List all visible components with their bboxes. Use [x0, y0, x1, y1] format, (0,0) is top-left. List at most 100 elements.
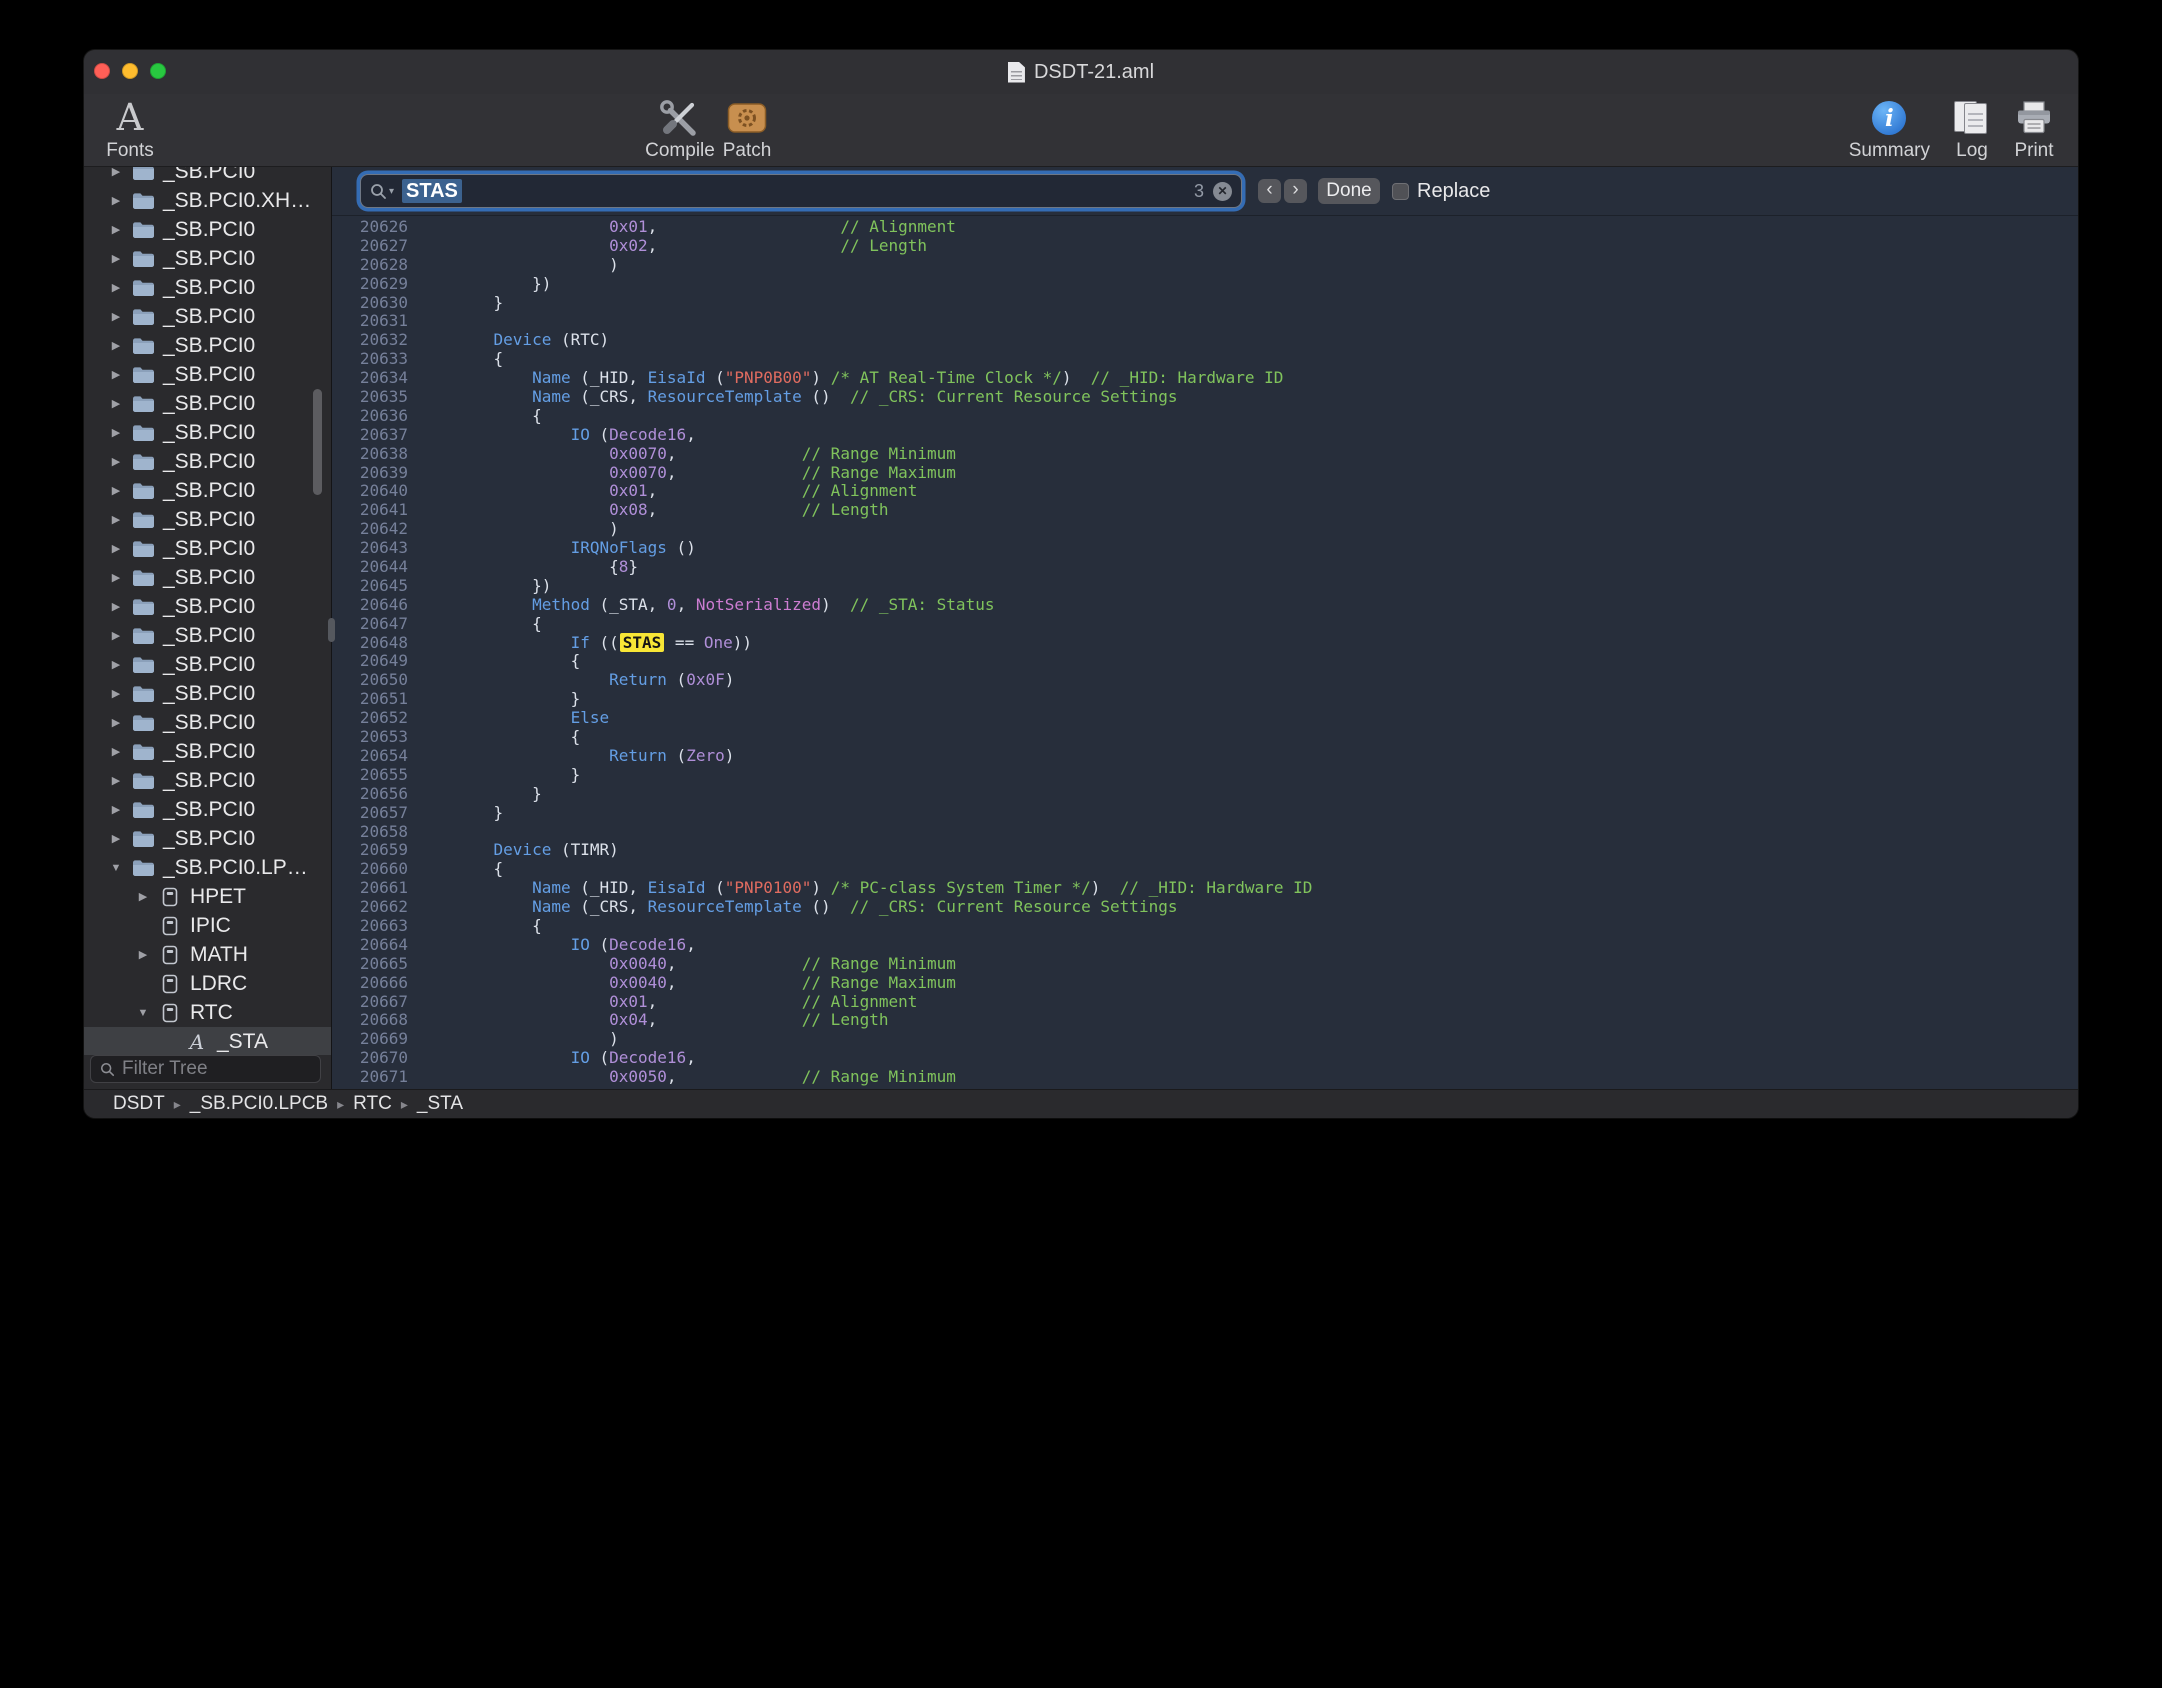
sidebar-item-math[interactable]: ▶MATH — [84, 940, 331, 969]
acpi-tree[interactable]: ▶_SB.PCI0▶_SB.PCI0.XH…▶_SB.PCI0▶_SB.PCI0… — [84, 167, 331, 1055]
find-input[interactable]: ▾ STAS 3 ✕ — [360, 174, 1242, 208]
disclosure-triangle-icon[interactable]: ▶ — [106, 513, 126, 526]
sidebar-scrollbar[interactable] — [313, 389, 322, 495]
code-token: 0x0070 — [609, 444, 667, 463]
breadcrumb-item-dsdt[interactable]: DSDT — [113, 1093, 165, 1115]
done-button[interactable]: Done — [1318, 178, 1380, 204]
sidebar-item--sta[interactable]: A_STA — [84, 1027, 331, 1055]
disclosure-triangle-icon[interactable]: ▶ — [106, 223, 126, 236]
disclosure-triangle-icon[interactable]: ▶ — [106, 687, 126, 700]
sidebar-item-ldrc[interactable]: LDRC — [84, 969, 331, 998]
line-number: 20672 — [332, 1087, 408, 1089]
sidebar-item--sb-pci0[interactable]: ▶_SB.PCI0 — [84, 795, 331, 824]
pane-divider-handle[interactable] — [328, 618, 335, 642]
sidebar-item--sb-pci0[interactable]: ▶_SB.PCI0 — [84, 273, 331, 302]
patch-button[interactable]: Patch — [710, 98, 784, 162]
disclosure-triangle-icon[interactable]: ▶ — [106, 600, 126, 613]
code-token: Return — [609, 670, 667, 689]
sidebar-item--sb-pci0[interactable]: ▶_SB.PCI0 — [84, 766, 331, 795]
disclosure-triangle-icon[interactable]: ▶ — [133, 890, 153, 903]
sidebar-item-label: _SB.PCI0 — [163, 247, 255, 271]
disclosure-triangle-icon[interactable]: ▶ — [106, 803, 126, 816]
minimize-button[interactable] — [122, 63, 138, 79]
breadcrumb-item-rtc[interactable]: RTC — [353, 1093, 392, 1115]
sidebar-item--sb-pci0[interactable]: ▶_SB.PCI0 — [84, 476, 331, 505]
clear-search-button[interactable]: ✕ — [1213, 182, 1232, 201]
disclosure-triangle-icon[interactable]: ▶ — [106, 167, 126, 178]
disclosure-triangle-icon[interactable]: ▶ — [106, 745, 126, 758]
disclosure-triangle-icon[interactable]: ▶ — [106, 542, 126, 555]
filter-tree-field[interactable]: Filter Tree — [90, 1055, 321, 1083]
sidebar-item-hpet[interactable]: ▶HPET — [84, 882, 331, 911]
disclosure-triangle-icon[interactable]: ▼ — [106, 862, 126, 874]
sidebar-item--sb-pci0[interactable]: ▶_SB.PCI0 — [84, 167, 331, 186]
find-previous-button[interactable]: ‹ — [1258, 179, 1281, 203]
code-token: ) — [811, 878, 830, 897]
disclosure-triangle-icon[interactable]: ▶ — [106, 629, 126, 642]
disclosure-triangle-icon[interactable]: ▼ — [133, 1007, 153, 1019]
sidebar-item-ipic[interactable]: IPIC — [84, 911, 331, 940]
sidebar-item--sb-pci0[interactable]: ▶_SB.PCI0 — [84, 650, 331, 679]
breadcrumb-item--sb-pci0-lpcb[interactable]: _SB.PCI0.LPCB — [190, 1093, 328, 1115]
sidebar-item--sb-pci0[interactable]: ▶_SB.PCI0 — [84, 418, 331, 447]
find-next-button[interactable]: › — [1284, 179, 1307, 203]
print-button[interactable]: Print — [2014, 98, 2054, 162]
disclosure-triangle-icon[interactable]: ▶ — [106, 455, 126, 468]
disclosure-triangle-icon[interactable]: ▶ — [106, 426, 126, 439]
summary-button[interactable]: i Summary — [1849, 98, 1930, 162]
sidebar-item--sb-pci0-xh-[interactable]: ▶_SB.PCI0.XH… — [84, 186, 331, 215]
sidebar-item--sb-pci0[interactable]: ▶_SB.PCI0 — [84, 679, 331, 708]
disclosure-triangle-icon[interactable]: ▶ — [106, 571, 126, 584]
sidebar-item-label: _SB.PCI0 — [163, 508, 255, 532]
disclosure-triangle-icon[interactable]: ▶ — [106, 832, 126, 845]
titlebar[interactable]: DSDT-21.aml — [84, 50, 2078, 94]
fonts-button[interactable]: A Fonts — [92, 98, 168, 162]
sidebar-item--sb-pci0[interactable]: ▶_SB.PCI0 — [84, 621, 331, 650]
disclosure-triangle-icon[interactable]: ▶ — [133, 948, 153, 961]
sidebar-item--sb-pci0[interactable]: ▶_SB.PCI0 — [84, 737, 331, 766]
log-button[interactable]: Log — [1952, 98, 1992, 162]
sidebar-item--sb-pci0[interactable]: ▶_SB.PCI0 — [84, 389, 331, 418]
sidebar-item--sb-pci0[interactable]: ▶_SB.PCI0 — [84, 824, 331, 853]
disclosure-triangle-icon[interactable]: ▶ — [106, 368, 126, 381]
sidebar-item--sb-pci0[interactable]: ▶_SB.PCI0 — [84, 447, 331, 476]
disclosure-triangle-icon[interactable]: ▶ — [106, 484, 126, 497]
sidebar-item--sb-pci0[interactable]: ▶_SB.PCI0 — [84, 563, 331, 592]
sidebar-item--sb-pci0[interactable]: ▶_SB.PCI0 — [84, 708, 331, 737]
code-token: EisaId — [648, 368, 706, 387]
sidebar-item--sb-pci0[interactable]: ▶_SB.PCI0 — [84, 215, 331, 244]
sidebar-item--sb-pci0[interactable]: ▶_SB.PCI0 — [84, 592, 331, 621]
sidebar-item--sb-pci0-lp-[interactable]: ▼_SB.PCI0.LP… — [84, 853, 331, 882]
sidebar-item--sb-pci0[interactable]: ▶_SB.PCI0 — [84, 534, 331, 563]
replace-checkbox[interactable] — [1392, 183, 1409, 200]
sidebar-item--sb-pci0[interactable]: ▶_SB.PCI0 — [84, 360, 331, 389]
code-line-20626: 20626 0x01, // Alignment — [332, 218, 2078, 237]
zoom-button[interactable] — [150, 63, 166, 79]
disclosure-triangle-icon[interactable]: ▶ — [106, 397, 126, 410]
sidebar-item--sb-pci0[interactable]: ▶_SB.PCI0 — [84, 302, 331, 331]
breadcrumb-item--sta[interactable]: _STA — [417, 1093, 463, 1115]
code-line-20654: 20654 Return (Zero) — [332, 747, 2078, 766]
close-button[interactable] — [94, 63, 110, 79]
search-menu-icon[interactable]: ▾ — [370, 183, 394, 200]
line-number: 20656 — [332, 785, 408, 804]
sidebar-item--sb-pci0[interactable]: ▶ _SB.PCI0 — [84, 505, 331, 534]
disclosure-triangle-icon[interactable]: ▶ — [106, 310, 126, 323]
sidebar-item--sb-pci0[interactable]: ▶_SB.PCI0 — [84, 331, 331, 360]
disclosure-triangle-icon[interactable]: ▶ — [106, 281, 126, 294]
code-token: ) — [725, 746, 735, 765]
code-token: NotSerialized — [696, 595, 821, 614]
code-editor[interactable]: 20626 0x01, // Alignment20627 0x02, // L… — [332, 216, 2078, 1089]
disclosure-triangle-icon[interactable]: ▶ — [106, 194, 126, 207]
pane-divider[interactable] — [331, 167, 332, 1089]
code-text: Name (_CRS, ResourceTemplate () // _CRS:… — [408, 898, 1177, 917]
sidebar-item--sb-pci0[interactable]: ▶ _SB.PCI0 — [84, 244, 331, 273]
code-line-20650: 20650 Return (0x0F) — [332, 671, 2078, 690]
disclosure-triangle-icon[interactable]: ▶ — [106, 774, 126, 787]
sidebar-item-rtc[interactable]: ▼RTC — [84, 998, 331, 1027]
disclosure-triangle-icon[interactable]: ▶ — [106, 252, 126, 265]
disclosure-triangle-icon[interactable]: ▶ — [106, 339, 126, 352]
code-token: , — [686, 425, 696, 444]
disclosure-triangle-icon[interactable]: ▶ — [106, 658, 126, 671]
disclosure-triangle-icon[interactable]: ▶ — [106, 716, 126, 729]
